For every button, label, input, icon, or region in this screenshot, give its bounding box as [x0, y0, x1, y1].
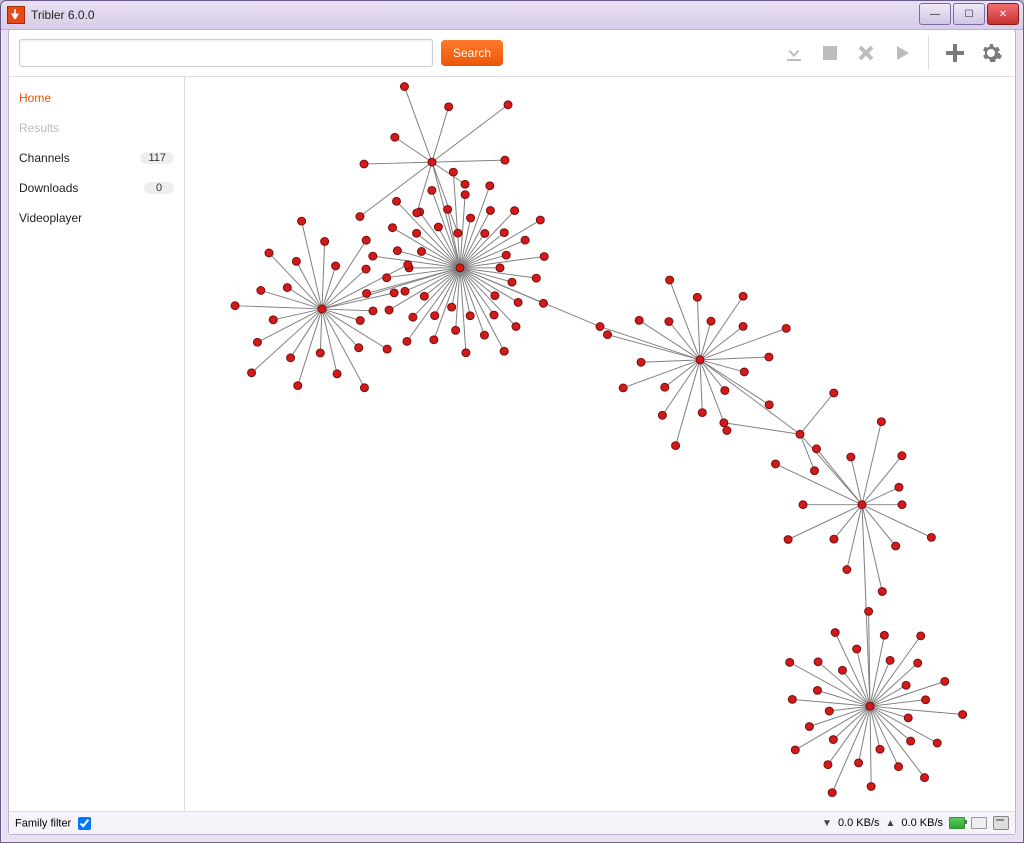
minimize-button[interactable]: — [919, 3, 951, 25]
download-icon[interactable] [780, 39, 808, 67]
sidebar-item-home[interactable]: Home [9, 83, 184, 113]
sidebar-item-label: Videoplayer [19, 211, 82, 225]
close-button[interactable]: ✕ [987, 3, 1019, 25]
app-icon [7, 6, 25, 24]
sidebar-item-downloads[interactable]: Downloads 0 [9, 173, 184, 203]
toolbar-separator [928, 36, 929, 70]
downloads-badge: 0 [144, 182, 174, 194]
sidebar-item-results: Results [9, 113, 184, 143]
sidebar-item-label: Home [19, 91, 51, 105]
sidebar-item-label: Channels [19, 151, 70, 165]
sidebar-item-videoplayer[interactable]: Videoplayer [9, 203, 184, 233]
toolbar: Search [9, 30, 1015, 77]
sidebar-item-label: Downloads [19, 181, 78, 195]
delete-icon[interactable] [852, 39, 880, 67]
network-graph-canvas[interactable] [185, 77, 1015, 811]
sidebar: Home Results Channels 117 Downloads 0 Vide… [9, 77, 185, 811]
search-input[interactable] [19, 39, 433, 67]
search-button[interactable]: Search [441, 40, 503, 66]
sidebar-item-channels[interactable]: Channels 117 [9, 143, 184, 173]
titlebar[interactable]: Tribler 6.0.0 — ☐ ✕ [1, 1, 1023, 30]
up-arrow-icon: ▲ [886, 818, 896, 829]
maximize-button[interactable]: ☐ [953, 3, 985, 25]
settings-gear-icon[interactable] [977, 39, 1005, 67]
add-icon[interactable] [941, 39, 969, 67]
family-filter-label: Family filter [15, 814, 94, 833]
family-filter-checkbox[interactable] [78, 817, 91, 830]
play-icon[interactable] [888, 39, 916, 67]
down-arrow-icon: ▼ [822, 818, 832, 829]
channels-badge: 117 [140, 152, 174, 164]
battery-icon [949, 817, 965, 829]
down-speed: 0.0 KB/s [838, 817, 880, 829]
up-speed: 0.0 KB/s [901, 817, 943, 829]
stop-icon[interactable] [816, 39, 844, 67]
monitor-icon [971, 817, 987, 829]
app-window: Tribler 6.0.0 — ☐ ✕ Search [0, 0, 1024, 843]
sidebar-item-label: Results [19, 121, 59, 135]
window-title: Tribler 6.0.0 [31, 8, 95, 22]
disk-icon [993, 817, 1009, 829]
statusbar: Family filter ▼ 0.0 KB/s ▲ 0.0 KB/s [9, 811, 1015, 834]
